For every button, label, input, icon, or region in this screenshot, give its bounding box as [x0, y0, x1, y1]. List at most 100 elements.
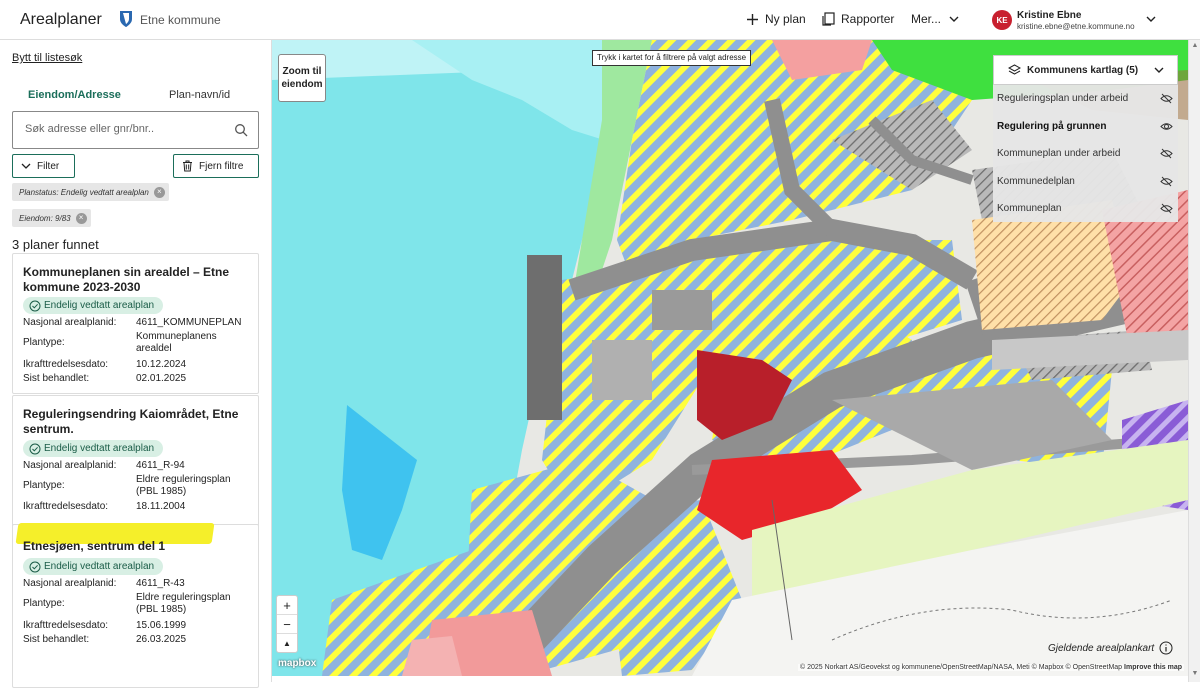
scroll-up-icon[interactable]: ▲: [1191, 42, 1199, 50]
status-badge: Endelig vedtatt arealplan: [23, 297, 164, 314]
chevron-down-icon: [1154, 67, 1164, 73]
field-key: Nasjonal arealplanid:: [23, 460, 117, 471]
reports-label: Rapporter: [841, 12, 895, 26]
layer-item[interactable]: Kommuneplan: [997, 203, 1173, 214]
field-value: Kommuneplanens arealdel: [136, 331, 217, 354]
mapbox-logo[interactable]: mapbox: [278, 658, 316, 669]
layer-item[interactable]: Reguleringsplan under arbeid: [997, 93, 1173, 104]
eye-off-icon[interactable]: [1160, 203, 1173, 214]
eye-off-icon[interactable]: [1160, 176, 1173, 187]
document-icon: [822, 12, 835, 26]
remove-chip-icon[interactable]: ×: [75, 212, 87, 224]
more-menu-button[interactable]: Mer...: [911, 12, 961, 26]
new-plan-label: Ny plan: [765, 12, 806, 26]
layer-panel-title: Kommunens kartlag (5): [1027, 64, 1139, 76]
layer-label: Reguleringsplan under arbeid: [997, 93, 1129, 104]
field-key: Ikrafttredelsesdato:: [23, 620, 109, 631]
field-key: Ikrafttredelsesdato:: [23, 501, 109, 512]
chevron-down-icon: [949, 16, 959, 22]
plan-title[interactable]: Kommuneplanen sin arealdel – Etne kommun…: [23, 265, 248, 295]
reports-button[interactable]: Rapporter: [822, 12, 894, 26]
filter-button[interactable]: Filter: [12, 154, 75, 178]
eye-icon[interactable]: [1160, 121, 1173, 132]
tab-property-address[interactable]: Eiendom/Adresse: [28, 89, 121, 101]
field-value: 4611_R-94: [136, 460, 185, 471]
plan-title[interactable]: Etnesjøen, sentrum del 1: [23, 539, 248, 554]
map-attribution: © 2025 Norkart AS/Geovekst og kommunene/…: [798, 664, 1184, 671]
clear-filters-label: Fjern filtre: [199, 160, 244, 172]
layer-label: Regulering på grunnen: [997, 121, 1107, 132]
plus-icon: [747, 13, 758, 25]
tab-plan-name-id[interactable]: Plan-navn/id: [169, 89, 230, 101]
search-icon[interactable]: [234, 123, 248, 137]
filter-chip-planstatus: Planstatus: Endelig vedtatt arealplan ×: [12, 183, 169, 201]
map-tooltip: Trykk i kartet for å filtrere på valgt a…: [592, 50, 752, 66]
chip-label: Planstatus: Endelig vedtatt arealplan: [19, 187, 149, 197]
filter-label: Filter: [37, 160, 60, 172]
field-key: Plantype:: [23, 480, 65, 491]
map-canvas[interactable]: Zoom til eiendom Trykk i kartet for å fi…: [272, 40, 1188, 676]
user-email: kristine.ebne@etne.kommune.no: [1017, 22, 1135, 31]
layer-label: Kommuneplan: [997, 203, 1062, 214]
municipality-crest-icon: [120, 11, 132, 27]
check-circle-icon: [29, 443, 41, 454]
new-plan-button[interactable]: Ny plan: [746, 12, 806, 26]
field-key: Sist behandlet:: [23, 373, 90, 384]
layer-item[interactable]: Kommuneplan under arbeid: [997, 148, 1173, 159]
check-circle-icon: [29, 561, 41, 572]
legend-link[interactable]: Gjeldende arealplankart: [1048, 641, 1173, 655]
field-value: 4611_KOMMUNEPLAN: [136, 317, 242, 328]
layer-dropdown-button[interactable]: Kommunens kartlag (5): [993, 55, 1178, 85]
attribution-text[interactable]: © 2025 Norkart AS/Geovekst og kommunene/…: [800, 664, 1122, 671]
field-value: Eldre reguleringsplan (PBL 1985): [136, 592, 231, 615]
status-badge: Endelig vedtatt arealplan: [23, 558, 164, 575]
check-circle-icon: [29, 300, 41, 311]
scroll-down-icon[interactable]: ▼: [1191, 670, 1199, 678]
layer-item[interactable]: Kommunedelplan: [997, 176, 1173, 187]
clear-filters-button[interactable]: Fjern filtre: [173, 154, 259, 178]
field-key: Plantype:: [23, 598, 65, 609]
zoom-control: + − ▲: [276, 595, 298, 653]
trash-icon: [183, 160, 192, 172]
app-title[interactable]: Arealplaner: [20, 11, 102, 29]
page-scrollbar[interactable]: ▲ ▼: [1188, 40, 1200, 682]
status-badge: Endelig vedtatt arealplan: [23, 440, 164, 457]
field-value: 15.06.1999: [136, 620, 187, 631]
layer-label: Kommuneplan under arbeid: [997, 148, 1121, 159]
filter-chip-property: Eiendom: 9/83 ×: [12, 209, 91, 227]
field-value: 10.12.2024: [136, 359, 187, 370]
switch-to-list-search-link[interactable]: Bytt til listesøk: [12, 52, 82, 64]
legend-link-label: Gjeldende arealplankart: [1048, 642, 1155, 654]
chip-label: Eiendom: 9/83: [19, 213, 71, 223]
status-label: Endelig vedtatt arealplan: [44, 561, 155, 572]
layer-panel: Kommunens kartlag (5) Reguleringsplan un…: [993, 55, 1178, 222]
info-icon[interactable]: [1159, 641, 1173, 655]
user-menu-chevron-icon[interactable]: [1144, 13, 1158, 25]
zoom-to-property-button[interactable]: Zoom til eiendom: [278, 54, 326, 102]
field-key: Plantype:: [23, 337, 65, 348]
field-key: Nasjonal arealplanid:: [23, 578, 117, 589]
search-box: [12, 111, 259, 149]
field-key: Nasjonal arealplanid:: [23, 317, 117, 328]
municipality-name: Etne kommune: [140, 13, 221, 27]
plan-title[interactable]: Reguleringsendring Kaiområdet, Etne sent…: [23, 407, 248, 437]
status-label: Endelig vedtatt arealplan: [44, 443, 155, 454]
field-value: 02.01.2025: [136, 373, 187, 384]
compass-button[interactable]: ▲: [277, 634, 297, 653]
eye-off-icon[interactable]: [1160, 93, 1173, 104]
sidebar: Bytt til listesøk Eiendom/Adresse Plan-n…: [0, 40, 272, 688]
search-input[interactable]: [25, 123, 225, 135]
field-key: Ikrafttredelsesdato:: [23, 359, 109, 370]
layers-icon: [1008, 64, 1021, 75]
eye-off-icon[interactable]: [1160, 148, 1173, 159]
improve-map-link[interactable]: Improve this map: [1124, 664, 1182, 671]
avatar[interactable]: KE: [992, 10, 1012, 30]
zoom-out-button[interactable]: −: [277, 615, 297, 634]
remove-chip-icon[interactable]: ×: [153, 186, 165, 198]
layer-item[interactable]: Regulering på grunnen: [997, 121, 1173, 132]
plan-card-selected[interactable]: Etnesjøen, sentrum del 1 Endelig vedtatt…: [12, 523, 259, 688]
zoom-in-button[interactable]: +: [277, 596, 297, 615]
more-label: Mer...: [911, 12, 942, 26]
plan-card[interactable]: Kommuneplanen sin arealdel – Etne kommun…: [12, 253, 259, 394]
field-value: 26.03.2025: [136, 634, 187, 645]
